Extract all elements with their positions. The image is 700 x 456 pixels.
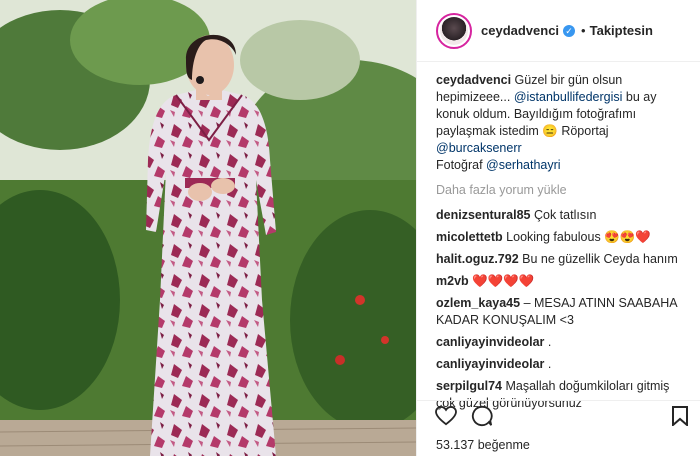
post-sidebar: ceydadvenci ✓ • Takiptesin ceydadvenci G… (416, 0, 700, 456)
follow-status-button[interactable]: Takiptesin (590, 23, 653, 38)
comment-text: . (547, 357, 552, 371)
heart-icon[interactable] (435, 405, 457, 431)
comment-username[interactable]: halit.oguz.792 (436, 252, 519, 266)
username-link[interactable]: ceydadvenci (481, 23, 559, 38)
caption-text-3: Fotoğraf (436, 158, 487, 172)
comment: denizsentural85 Çok tatlısın (436, 207, 686, 224)
avatar[interactable] (436, 12, 472, 49)
comment-username[interactable]: serpilgul74 (436, 379, 502, 393)
post-photo[interactable] (0, 0, 416, 456)
comment-text: Looking fabulous 😍😍❤️ (506, 230, 651, 244)
comment: canliyayinvideolar . (436, 334, 686, 351)
mention-link[interactable]: @serhathayri (486, 158, 561, 172)
comment-username[interactable]: micolettetb (436, 230, 503, 244)
comment-username[interactable]: canliyayinvideolar (436, 357, 544, 371)
comment-username[interactable]: m2vb (436, 274, 469, 288)
comment-text: Çok tatlısın (533, 208, 597, 222)
bookmark-icon[interactable] (672, 406, 688, 431)
comment: halit.oguz.792 Bu ne güzellik Ceyda hanı… (436, 251, 686, 268)
caption-username[interactable]: ceydadvenci (436, 73, 511, 87)
comment-username[interactable]: denizsentural85 (436, 208, 530, 222)
comment: ozlem_kaya45 – MESAJ ATINN SAABAHA KADAR… (436, 295, 686, 329)
comment-icon[interactable] (471, 405, 493, 432)
verified-badge-icon: ✓ (563, 24, 576, 37)
comment-text: Bu ne güzellik Ceyda hanım (522, 252, 678, 266)
comment: micolettetb Looking fabulous 😍😍❤️ (436, 229, 686, 246)
comments-list: ceydadvenci Güzel bir gün olsun hepimize… (417, 62, 700, 412)
comment-username[interactable]: ozlem_kaya45 (436, 296, 520, 310)
separator-dot: • (581, 23, 586, 38)
instagram-post: ceydadvenci ✓ • Takiptesin ceydadvenci G… (0, 0, 700, 456)
mention-link[interactable]: @burcaksenerr (436, 141, 522, 155)
mention-link[interactable]: @istanbullifedergisi (514, 90, 623, 104)
photo-woman-in-floral-dress (0, 0, 416, 456)
load-more-comments-button[interactable]: Daha fazla yorum yükle (436, 182, 686, 199)
comment: canliyayinvideolar . (436, 356, 686, 373)
action-bar (417, 400, 700, 436)
comment-username[interactable]: canliyayinvideolar (436, 335, 544, 349)
comment: m2vb ❤️❤️❤️❤️ (436, 273, 686, 290)
post-header: ceydadvenci ✓ • Takiptesin (417, 0, 700, 62)
comment-text: . (547, 335, 552, 349)
caption: ceydadvenci Güzel bir gün olsun hepimize… (436, 72, 686, 174)
comment-text: ❤️❤️❤️❤️ (472, 274, 535, 288)
likes-count[interactable]: 53.137 beğenme (436, 438, 530, 452)
